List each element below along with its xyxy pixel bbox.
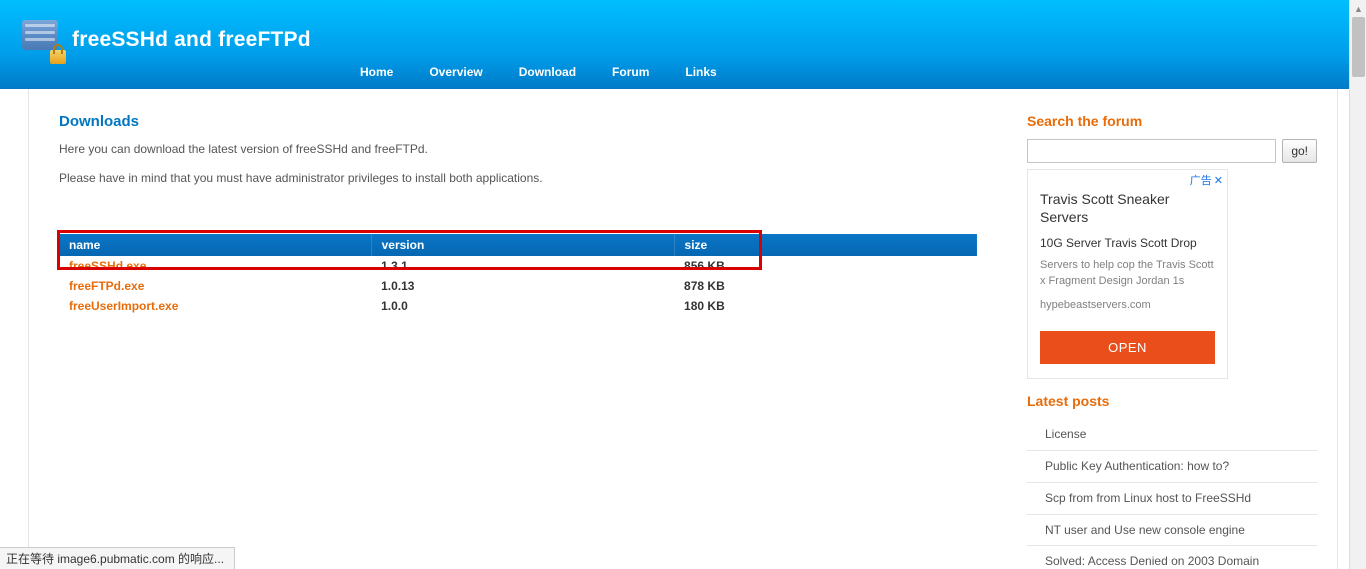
th-size: size: [674, 234, 977, 256]
search-input[interactable]: [1027, 139, 1276, 163]
nav-links[interactable]: Links: [685, 65, 716, 79]
go-button[interactable]: go!: [1282, 139, 1317, 163]
table-row: freeUserImport.exe 1.0.0180 KB: [59, 296, 977, 316]
server-lock-icon: [20, 18, 64, 62]
download-link[interactable]: freeUserImport.exe: [69, 299, 178, 313]
page-desc-2: Please have in mind that you must have a…: [59, 169, 977, 188]
search-heading: Search the forum: [1027, 113, 1317, 129]
cell-version: 1.0.13: [371, 276, 674, 296]
ad-label: 广告 ✕: [1190, 172, 1223, 188]
th-version: version: [371, 234, 674, 256]
cell-name: freeUserImport.exe: [59, 296, 371, 316]
post-item[interactable]: Public Key Authentication: how to?: [1027, 451, 1317, 483]
main-nav: Home Overview Download Forum Links: [360, 65, 717, 79]
th-name: name: [59, 234, 371, 256]
cell-size: 180 KB: [674, 296, 977, 316]
post-list: LicensePublic Key Authentication: how to…: [1027, 419, 1317, 569]
page-desc-1: Here you can download the latest version…: [59, 140, 977, 159]
download-link[interactable]: freeFTPd.exe: [69, 279, 144, 293]
nav-forum[interactable]: Forum: [612, 65, 649, 79]
cell-name: freeFTPd.exe: [59, 276, 371, 296]
cell-version: 1.3.1: [371, 256, 674, 276]
nav-overview[interactable]: Overview: [429, 65, 482, 79]
cell-name: freeSSHd.exe: [59, 256, 371, 276]
latest-posts: Latest posts LicensePublic Key Authentic…: [1027, 393, 1317, 569]
site-header: freeSSHd and freeFTPd Home Overview Down…: [0, 0, 1366, 89]
table-row: freeFTPd.exe 1.0.13878 KB: [59, 276, 977, 296]
nav-download[interactable]: Download: [519, 65, 576, 79]
ad-title: Travis Scott Sneaker Servers: [1040, 190, 1215, 226]
ad-subtitle: 10G Server Travis Scott Drop: [1040, 236, 1215, 250]
cell-size: 856 KB: [674, 256, 977, 276]
sidebar: Search the forum go! 广告 ✕ Travis Scott S…: [1007, 89, 1337, 569]
main-content: Downloads Here you can download the late…: [29, 89, 1007, 569]
scroll-thumb[interactable]: [1352, 17, 1365, 77]
logo-area: freeSSHd and freeFTPd: [20, 0, 1366, 62]
ad-domain: hypebeastservers.com: [1040, 299, 1215, 311]
browser-status-bar: 正在等待 image6.pubmatic.com 的响应...: [0, 547, 235, 569]
post-item[interactable]: Solved: Access Denied on 2003 Domain Con…: [1027, 546, 1317, 569]
latest-posts-heading: Latest posts: [1027, 393, 1317, 409]
search-row: go!: [1027, 139, 1317, 163]
table-row: freeSSHd.exe 1.3.1856 KB: [59, 256, 977, 276]
ad-desc: Servers to help cop the Travis Scott x F…: [1040, 258, 1215, 289]
table-header-row: name version size: [59, 234, 977, 256]
post-item[interactable]: License: [1027, 419, 1317, 451]
ad-close-icon[interactable]: ✕: [1214, 174, 1223, 187]
page-title: Downloads: [59, 113, 977, 130]
vertical-scrollbar[interactable]: ▲: [1349, 0, 1366, 569]
post-item[interactable]: NT user and Use new console engine: [1027, 515, 1317, 547]
download-link[interactable]: freeSSHd.exe: [69, 259, 146, 273]
nav-home[interactable]: Home: [360, 65, 393, 79]
cell-version: 1.0.0: [371, 296, 674, 316]
site-title: freeSSHd and freeFTPd: [72, 28, 311, 52]
downloads-table: name version size freeSSHd.exe 1.3.1856 K…: [59, 234, 977, 316]
scroll-up-icon[interactable]: ▲: [1350, 0, 1366, 17]
ad-box[interactable]: 广告 ✕ Travis Scott Sneaker Servers 10G Se…: [1027, 169, 1228, 379]
content-container: Downloads Here you can download the late…: [28, 89, 1338, 569]
post-item[interactable]: Scp from from Linux host to FreeSSHd: [1027, 483, 1317, 515]
ad-cta-button[interactable]: OPEN: [1040, 331, 1215, 364]
cell-size: 878 KB: [674, 276, 977, 296]
